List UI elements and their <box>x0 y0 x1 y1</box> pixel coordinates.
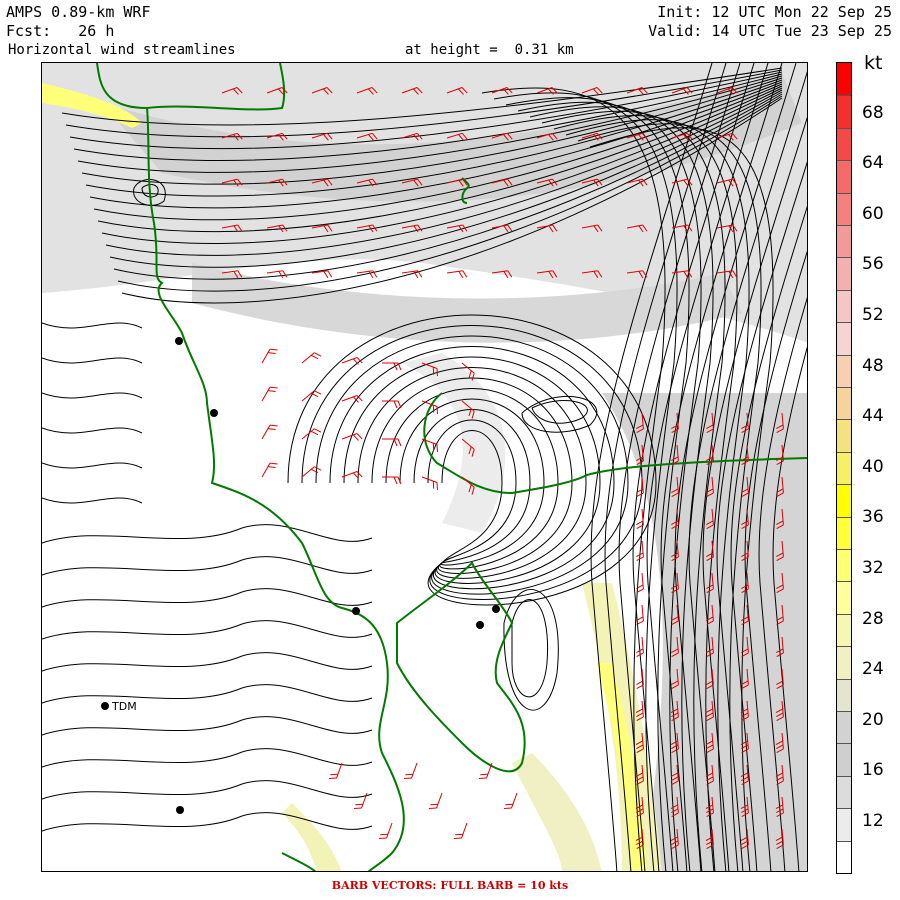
wind-barb <box>636 572 644 593</box>
colorbar-segment <box>837 192 851 226</box>
colorbar-tick-label: 56 <box>862 254 884 275</box>
streamline <box>42 684 373 704</box>
wind-barb <box>261 462 278 478</box>
wind-barb <box>382 476 402 485</box>
wind-barb <box>421 476 438 491</box>
streamline <box>42 462 143 469</box>
station-marker[interactable] <box>176 806 184 814</box>
streamline <box>42 620 373 640</box>
station-label-tdm: TDM <box>111 700 137 713</box>
wind-barb <box>378 822 393 839</box>
wind-barb <box>301 428 322 440</box>
colorbar-segment <box>837 63 851 97</box>
model-title: AMPS 0.89-km WRF <box>6 3 151 21</box>
wind-barb <box>353 792 368 809</box>
forecast-hour: Fcst: 26 h <box>6 22 115 40</box>
station-marker[interactable] <box>352 607 360 615</box>
valid-time: Valid: 14 UTC Tue 23 Sep 25 <box>648 22 892 40</box>
station-marker[interactable] <box>210 409 218 417</box>
colorbar-segment <box>837 95 851 129</box>
colorbar-tick-label: 32 <box>862 558 884 578</box>
wind-barb <box>453 822 468 839</box>
wind-barb <box>636 508 644 529</box>
wind-speed-shading <box>42 63 807 871</box>
colorbar-segment <box>837 322 851 356</box>
colorbar-segment <box>837 225 851 259</box>
colorbar-segment <box>837 840 851 873</box>
streamline <box>42 812 373 832</box>
colorbar-tick-label: 60 <box>862 203 884 224</box>
streamline <box>42 497 143 504</box>
colorbar-segment <box>837 354 851 388</box>
colorbar-segment <box>837 257 851 291</box>
wind-barb <box>403 762 418 779</box>
colorbar-tick-label: 64 <box>862 153 884 174</box>
wind-barb <box>301 352 322 364</box>
colorbar-tick-label: 24 <box>862 659 884 680</box>
colorbar-tick-label: 28 <box>862 608 884 629</box>
wind-barb <box>261 348 278 364</box>
streamline <box>42 652 373 672</box>
wind-barb <box>428 792 443 809</box>
colorbar-segment <box>837 743 851 777</box>
station-marker[interactable] <box>492 605 500 613</box>
streamline <box>42 524 373 544</box>
colorbar-tick-label: 44 <box>862 406 884 427</box>
colorbar-tick-label: 36 <box>862 507 884 528</box>
station-marker[interactable] <box>175 337 183 345</box>
streamline <box>42 322 143 329</box>
colorbar-segment <box>837 127 851 162</box>
init-time: Init: 12 UTC Mon 22 Sep 25 <box>657 3 892 21</box>
colorbar-segment <box>837 289 851 324</box>
colorbar-segment <box>837 808 851 842</box>
streamline <box>42 716 373 736</box>
colorbar-segment <box>837 581 851 615</box>
streamline <box>42 392 143 399</box>
streamline <box>42 357 143 364</box>
wind-barb <box>261 386 278 402</box>
colorbar-tick-label: 20 <box>862 709 884 730</box>
colorbar-segment <box>837 160 851 194</box>
colorbar-segment <box>837 646 851 680</box>
wind-barb <box>636 668 644 689</box>
colorbar-segment <box>837 613 851 648</box>
wind-barb <box>301 390 322 402</box>
streamline <box>42 427 143 434</box>
wind-barb <box>341 471 363 479</box>
station-markers <box>101 337 500 814</box>
colorbar-tick-label: 48 <box>862 355 884 376</box>
station-marker[interactable] <box>476 621 484 629</box>
wind-barb <box>478 762 493 779</box>
height-level: at height = 0.31 km <box>405 42 574 58</box>
colorbar-segment <box>837 451 851 486</box>
colorbar-tick-label: 68 <box>862 102 884 123</box>
wind-barb <box>446 270 468 279</box>
colorbar-segment <box>837 678 851 712</box>
colorbar-segment <box>837 775 851 810</box>
colorbar-tick-label: 12 <box>862 811 884 831</box>
colorbar-tick-label: 40 <box>862 456 884 477</box>
colorbar-tick-label: 52 <box>862 305 884 325</box>
wind-barb <box>382 362 402 371</box>
streamline <box>511 599 549 698</box>
wind-speed-colorbar <box>836 62 852 874</box>
streamline <box>42 556 373 576</box>
wind-barb <box>261 424 278 440</box>
colorbar-unit: kt <box>864 52 883 74</box>
colorbar-segment <box>837 711 851 745</box>
colorbar-segment <box>837 484 851 518</box>
wind-barb <box>503 792 518 809</box>
station-marker-tdm[interactable] <box>101 702 109 710</box>
colorbar-segment <box>837 549 851 583</box>
colorbar-segment <box>837 387 851 421</box>
field-name: Horizontal wind streamlines <box>8 42 236 58</box>
streamline <box>42 748 373 768</box>
streamline <box>42 780 373 800</box>
colorbar-tick-label: 16 <box>862 760 884 781</box>
colorbar-segment <box>837 419 851 453</box>
wind-barb <box>301 466 322 478</box>
wind-streamline-map[interactable]: TDM <box>41 62 808 872</box>
barb-legend: BARB VECTORS: FULL BARB = 10 kts <box>331 879 569 892</box>
colorbar-segment <box>837 516 851 550</box>
